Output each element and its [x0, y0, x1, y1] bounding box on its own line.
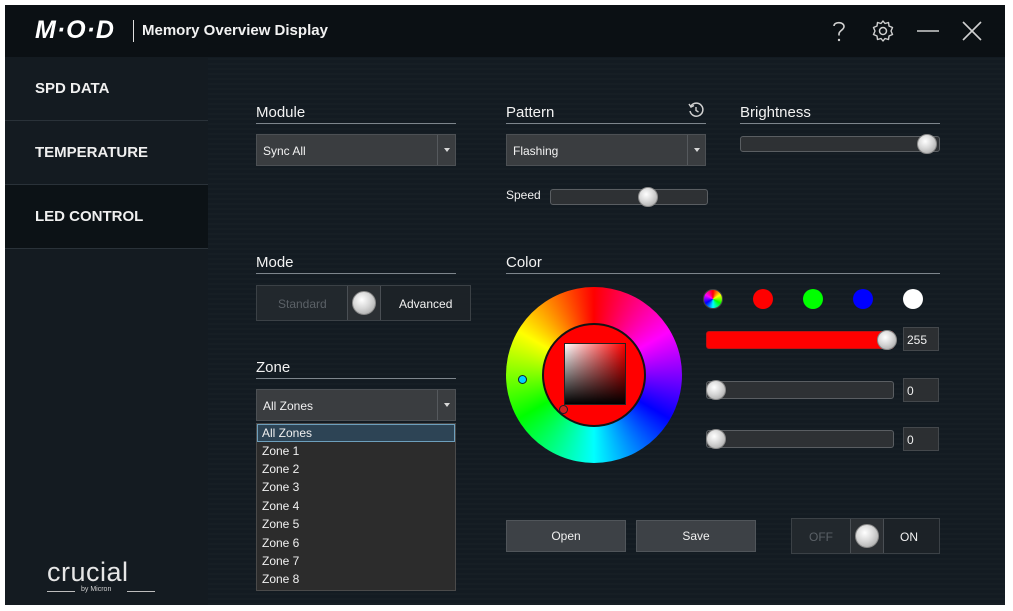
green-slider[interactable]	[706, 380, 894, 400]
power-off-label: OFF	[809, 530, 833, 544]
mode-advanced-label: Advanced	[399, 297, 453, 311]
blue-slider[interactable]	[706, 429, 894, 449]
zone-option-7[interactable]: Zone 7	[257, 552, 455, 570]
mode-standard-label: Standard	[278, 297, 327, 311]
mode-toggle-handle	[352, 291, 376, 315]
led-control-panel: Module Sync All Pattern Flashing Speed B…	[208, 57, 1005, 605]
red-slider[interactable]	[706, 330, 897, 350]
module-select-value: Sync All	[263, 144, 306, 158]
gear-icon[interactable]	[869, 17, 897, 45]
module-select-arrow-box	[437, 135, 455, 165]
power-on-label: ON	[900, 530, 918, 544]
blue-preset[interactable]	[853, 289, 873, 309]
mode-label: Mode	[256, 254, 456, 274]
speed-label: Speed	[506, 188, 541, 202]
zone-select-value: All Zones	[263, 399, 314, 413]
zone-option-all[interactable]: All Zones	[257, 424, 455, 442]
title-bar: M·O·D Memory Overview Display	[5, 5, 1005, 57]
red-slider-handle[interactable]	[877, 330, 897, 350]
module-label: Module	[256, 104, 456, 124]
pattern-select-value: Flashing	[513, 144, 559, 158]
brightness-slider-handle[interactable]	[917, 134, 937, 154]
zone-option-5[interactable]: Zone 5	[257, 515, 455, 533]
minimize-icon[interactable]	[914, 17, 942, 45]
zone-option-1[interactable]: Zone 1	[257, 442, 455, 460]
sidebar: SPD DATA TEMPERATURE LED CONTROL crucial…	[5, 57, 208, 605]
zone-label: Zone	[256, 359, 456, 379]
brand-line-right	[127, 591, 155, 592]
zone-option-2[interactable]: Zone 2	[257, 460, 455, 478]
sidebar-item-label: SPD DATA	[35, 80, 110, 97]
brand-name: crucial	[47, 557, 129, 587]
red-preset[interactable]	[753, 289, 773, 309]
speed-slider[interactable]	[550, 187, 708, 207]
sidebar-item-led-control[interactable]: LED CONTROL	[5, 185, 208, 249]
open-button[interactable]: Open	[506, 520, 626, 552]
sidebar-item-temperature[interactable]: TEMPERATURE	[5, 121, 208, 185]
blue-slider-handle[interactable]	[706, 429, 726, 449]
pattern-label: Pattern	[506, 104, 706, 124]
color-wheel-inner	[542, 323, 646, 427]
green-preset[interactable]	[803, 289, 823, 309]
brightness-slider[interactable]	[740, 134, 940, 154]
blue-value-field[interactable]: 0	[903, 427, 939, 451]
red-value-field[interactable]: 255	[903, 327, 939, 351]
title-separator	[133, 20, 134, 42]
green-slider-handle[interactable]	[706, 380, 726, 400]
zone-option-3[interactable]: Zone 3	[257, 478, 455, 496]
color-label: Color	[506, 254, 940, 274]
chevron-down-icon	[444, 403, 450, 407]
app-logo: M·O·D	[35, 16, 115, 44]
zone-option-8[interactable]: Zone 8	[257, 570, 455, 588]
save-button[interactable]: Save	[636, 520, 756, 552]
power-toggle-handle	[855, 524, 879, 548]
brightness-label: Brightness	[740, 104, 940, 124]
help-icon[interactable]	[825, 17, 853, 45]
app-window: M·O·D Memory Overview Display SPD DATA T…	[5, 5, 1005, 605]
saturation-value-picker[interactable]	[564, 343, 626, 405]
sv-picker-marker[interactable]	[559, 405, 568, 414]
sidebar-item-label: LED CONTROL	[35, 208, 144, 225]
zone-dropdown-list: All Zones Zone 1 Zone 2 Zone 3 Zone 4 Zo…	[256, 423, 456, 591]
chevron-down-icon	[694, 148, 700, 152]
white-preset[interactable]	[903, 289, 923, 309]
sidebar-item-label: TEMPERATURE	[35, 144, 149, 161]
pattern-select-arrow-box	[687, 135, 705, 165]
app-title: Memory Overview Display	[142, 22, 328, 39]
green-value-field[interactable]: 0	[903, 378, 939, 402]
power-toggle[interactable]: OFF ON	[791, 518, 940, 554]
mode-toggle-knob[interactable]	[347, 286, 381, 320]
pattern-select[interactable]: Flashing	[506, 134, 706, 166]
hue-picker-marker[interactable]	[518, 375, 527, 384]
crucial-logo: crucial by Micron	[47, 557, 167, 593]
rainbow-preset-icon[interactable]	[703, 289, 723, 309]
sidebar-item-spd-data[interactable]: SPD DATA	[5, 57, 208, 121]
brand-line-left	[47, 591, 75, 592]
close-icon[interactable]	[958, 17, 986, 45]
zone-option-4[interactable]: Zone 4	[257, 497, 455, 515]
zone-option-6[interactable]: Zone 6	[257, 534, 455, 552]
history-icon[interactable]	[687, 101, 705, 119]
module-select[interactable]: Sync All	[256, 134, 456, 166]
mode-toggle[interactable]: Standard Advanced	[256, 285, 471, 321]
chevron-down-icon	[444, 148, 450, 152]
speed-slider-handle[interactable]	[638, 187, 658, 207]
color-wheel[interactable]	[506, 287, 682, 463]
zone-select-arrow-box	[437, 390, 455, 420]
power-toggle-knob[interactable]	[850, 519, 884, 553]
zone-select[interactable]: All Zones	[256, 389, 456, 421]
